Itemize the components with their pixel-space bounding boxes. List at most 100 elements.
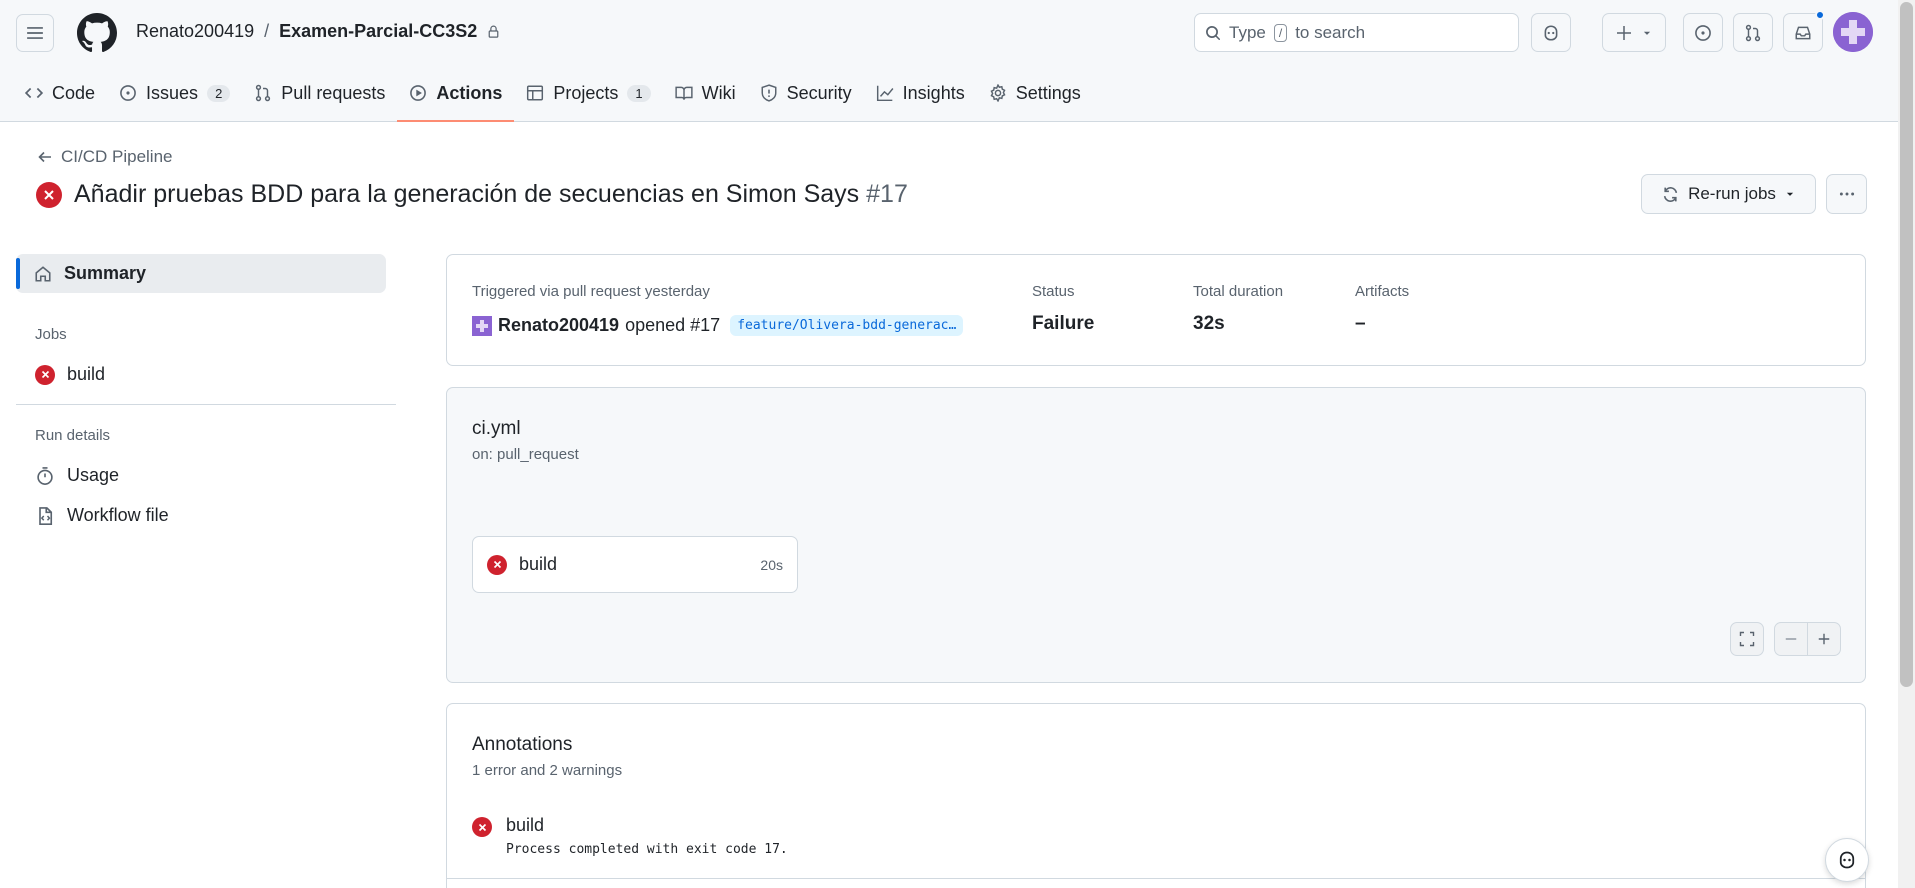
run-number: #17: [866, 180, 908, 208]
hamburger-icon: [27, 27, 43, 39]
artifacts-value: –: [1355, 313, 1366, 334]
rerun-label: Re-run jobs: [1688, 184, 1776, 203]
copilot-button[interactable]: [1531, 13, 1571, 52]
screen-full-icon: [1739, 631, 1755, 647]
copilot-icon: [1839, 851, 1855, 869]
tab-label: Pull requests: [281, 82, 386, 103]
tab-settings[interactable]: Settings: [977, 74, 1093, 112]
duration-label: Total duration: [1193, 283, 1284, 300]
lock-icon: [488, 25, 499, 38]
back-to-workflow-link[interactable]: CI/CD Pipeline: [37, 147, 173, 167]
more-options-button[interactable]: [1826, 174, 1867, 214]
global-header: Renato200419 / Examen-Parcial-CC3S2 Type…: [0, 0, 1898, 122]
tab-label: Insights: [902, 82, 965, 103]
trigger-detail: Renato200419 opened #17 feature/Olivera-…: [472, 315, 964, 336]
book-icon: [675, 86, 693, 100]
sidebar-item-summary[interactable]: Summary: [16, 254, 386, 293]
tab-label: Projects: [553, 82, 619, 103]
annotations-summary: 1 error and 2 warnings: [472, 762, 623, 779]
workflow-name: CI/CD Pipeline: [61, 147, 173, 166]
tab-projects[interactable]: Projects 1: [514, 74, 662, 112]
code-icon: [25, 87, 43, 99]
tab-insights[interactable]: Insights: [864, 74, 977, 112]
issue-opened-icon: [1695, 24, 1711, 41]
git-pull-request-icon: [1745, 24, 1761, 41]
trigger-action[interactable]: opened #17: [625, 315, 720, 336]
graph-icon: [876, 85, 894, 102]
issues-count-badge: 2: [207, 84, 231, 102]
copilot-chat-button[interactable]: [1825, 838, 1869, 882]
sidebar-item-label: Usage: [67, 465, 120, 485]
stopwatch-icon: [37, 466, 53, 485]
tab-issues[interactable]: Issues 2: [107, 74, 242, 112]
tab-label: Actions: [436, 82, 503, 103]
pull-requests-button[interactable]: [1733, 13, 1773, 52]
workflow-graph-card: ci.yml on: pull_request build 20s: [446, 387, 1866, 683]
menu-button[interactable]: [16, 14, 54, 52]
table-icon: [527, 85, 544, 101]
tab-wiki[interactable]: Wiki: [663, 74, 748, 112]
annotation-message: Process completed with exit code 17.: [506, 842, 788, 857]
job-node-build[interactable]: build 20s: [472, 536, 798, 593]
annotations-title: Annotations: [472, 734, 573, 755]
repo-nav-tabs: Code Issues 2 Pull requests Actions Proj…: [0, 74, 1093, 122]
inbox-icon: [1795, 26, 1811, 39]
sidebar-item-label: Summary: [64, 263, 147, 283]
issues-button[interactable]: [1683, 13, 1723, 52]
run-summary-card: Triggered via pull request yesterday Ren…: [446, 254, 1866, 366]
tab-pull-requests[interactable]: Pull requests: [242, 74, 397, 112]
search-icon: [1206, 25, 1220, 40]
annotation-divider: [447, 878, 1865, 879]
scrollbar-thumb[interactable]: [1900, 2, 1913, 687]
repo-link[interactable]: Examen-Parcial-CC3S2: [279, 21, 477, 42]
tab-label: Code: [52, 82, 96, 103]
x-circle-fill-icon: [472, 817, 492, 837]
create-new-button[interactable]: [1602, 13, 1666, 52]
zoom-in-button[interactable]: [1807, 622, 1841, 656]
actor-avatar[interactable]: [472, 315, 492, 336]
workflow-file-name: ci.yml: [472, 418, 521, 439]
annotations-card: Annotations 1 error and 2 warnings build…: [446, 703, 1866, 888]
owner-link[interactable]: Renato200419: [136, 21, 254, 42]
branch-badge[interactable]: feature/Olivera-bdd-generac…: [730, 315, 964, 336]
play-icon: [410, 85, 427, 101]
sidebar-item-workflow-file[interactable]: Workflow file: [35, 505, 169, 526]
tab-code[interactable]: Code: [13, 74, 107, 112]
tab-security[interactable]: Security: [748, 74, 864, 112]
run-title-text: Añadir pruebas BDD para la generación de…: [74, 180, 860, 208]
github-logo-icon[interactable]: [77, 13, 117, 53]
breadcrumb-separator: /: [264, 21, 270, 41]
job-duration: 20s: [760, 556, 783, 573]
search-input[interactable]: Type / to search: [1194, 13, 1519, 52]
tab-actions[interactable]: Actions: [397, 74, 515, 122]
job-name: build: [519, 554, 558, 574]
actor-link[interactable]: Renato200419: [498, 315, 619, 336]
tab-label: Settings: [1015, 82, 1081, 103]
sidebar-item-label: Workflow file: [67, 505, 169, 525]
zoom-out-button[interactable]: [1774, 622, 1808, 656]
dash-icon: [1785, 638, 1797, 640]
rerun-jobs-button[interactable]: Re-run jobs: [1641, 174, 1816, 214]
arrow-left-icon: [38, 151, 51, 163]
repo-breadcrumb: Renato200419 / Examen-Parcial-CC3S2: [136, 21, 500, 42]
sidebar-item-usage[interactable]: Usage: [35, 465, 119, 486]
run-details-heading: Run details: [35, 427, 111, 444]
sidebar-item-build-job[interactable]: build: [35, 364, 105, 385]
fullscreen-button[interactable]: [1730, 622, 1764, 656]
annotation-item[interactable]: build Process completed with exit code 1…: [472, 815, 788, 857]
status-value: Failure: [1032, 313, 1095, 334]
home-icon: [35, 265, 51, 282]
triangle-down-icon: [1643, 31, 1651, 35]
file-code-icon: [39, 506, 53, 525]
issue-icon: [120, 85, 136, 101]
notification-indicator: [1815, 10, 1825, 20]
search-shortcut-key: /: [1273, 23, 1288, 42]
duration-value: 32s: [1193, 313, 1225, 334]
jobs-heading: Jobs: [35, 326, 67, 343]
user-avatar[interactable]: [1833, 12, 1873, 52]
status-label: Status: [1032, 283, 1075, 300]
page-title: Añadir pruebas BDD para la generación de…: [74, 180, 908, 209]
plus-icon: [1818, 633, 1830, 645]
tab-label: Wiki: [701, 82, 736, 103]
run-title: Añadir pruebas BDD para la generación de…: [36, 180, 908, 209]
